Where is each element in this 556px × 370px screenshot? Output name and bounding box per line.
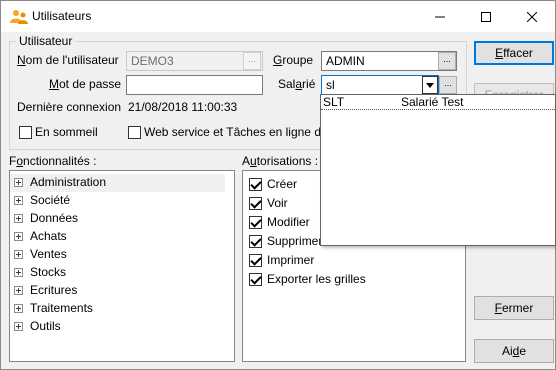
title-bar: Utilisateurs bbox=[1, 1, 555, 32]
expand-plus-icon[interactable] bbox=[14, 250, 23, 259]
window-title: Utilisateurs bbox=[32, 9, 92, 23]
tree-item[interactable]: Stocks bbox=[10, 264, 225, 282]
sleep-checkbox[interactable] bbox=[19, 126, 32, 139]
tree-item[interactable]: Outils bbox=[10, 318, 225, 336]
employee-browse-button[interactable]: ... bbox=[439, 76, 457, 94]
expand-plus-icon[interactable] bbox=[14, 286, 23, 295]
features-tree: Administration Société Données Achats Ventes… bbox=[9, 170, 235, 362]
minimize-button[interactable] bbox=[417, 1, 463, 32]
tree-item[interactable]: Société bbox=[10, 192, 225, 210]
webservice-label: Web service et Tâches en ligne de bbox=[144, 125, 328, 139]
employee-dropdown-list: SLT Salarié Test bbox=[320, 94, 556, 246]
group-label: Groupe bbox=[273, 53, 314, 67]
permission-checkbox[interactable] bbox=[249, 235, 262, 248]
tree-item-label: Ventes bbox=[30, 247, 67, 261]
help-button[interactable]: Aide bbox=[474, 339, 554, 363]
dropdown-row-name: Salarié Test bbox=[401, 95, 464, 109]
permission-label: Imprimer bbox=[267, 253, 315, 267]
group-field[interactable]: ADMIN bbox=[321, 51, 457, 71]
permissions-label: Autorisations : bbox=[242, 154, 319, 168]
close-icon bbox=[527, 11, 537, 22]
permission-checkbox[interactable] bbox=[249, 273, 262, 286]
chevron-down-icon bbox=[426, 82, 434, 88]
password-label: Mot de passe bbox=[49, 77, 122, 91]
clear-button[interactable]: Effacer bbox=[474, 41, 554, 65]
employee-dropdown-button[interactable] bbox=[422, 76, 438, 94]
tree-item-label: Données bbox=[30, 211, 79, 225]
permission-label: Exporter les grilles bbox=[267, 272, 366, 286]
permission-checkbox[interactable] bbox=[249, 197, 262, 210]
tree-item-label: Achats bbox=[30, 229, 67, 243]
expand-plus-icon[interactable] bbox=[14, 214, 23, 223]
permission-label: Modifier bbox=[267, 215, 310, 229]
close-button[interactable]: Fermer bbox=[474, 296, 554, 320]
username-browse-button: ... bbox=[243, 52, 261, 70]
sleep-label: En sommeil bbox=[35, 125, 98, 139]
dropdown-row[interactable]: SLT Salarié Test bbox=[321, 95, 555, 110]
tree-item[interactable]: Ecritures bbox=[10, 282, 225, 300]
tree-item-label: Outils bbox=[30, 319, 61, 333]
dropdown-row-code: SLT bbox=[323, 95, 345, 109]
expand-plus-icon[interactable] bbox=[14, 268, 23, 277]
employee-label: Salarié bbox=[278, 77, 316, 91]
tree-item-label: Ecritures bbox=[30, 283, 78, 297]
username-label: Nom de l'utilisateur bbox=[17, 53, 119, 67]
tree-item[interactable]: Achats bbox=[10, 228, 225, 246]
expand-plus-icon[interactable] bbox=[14, 196, 23, 205]
group-browse-button[interactable]: ... bbox=[438, 52, 456, 70]
permission-item[interactable]: Imprimer bbox=[247, 252, 447, 270]
permission-label: Supprimer bbox=[267, 234, 323, 248]
maximize-icon bbox=[481, 11, 491, 22]
close-window-button[interactable] bbox=[509, 1, 555, 32]
tree-item-label: Stocks bbox=[30, 265, 67, 279]
tree-item-label: Traitements bbox=[30, 301, 93, 315]
expand-plus-icon[interactable] bbox=[14, 178, 23, 187]
permission-label: Voir bbox=[267, 196, 288, 210]
permission-checkbox[interactable] bbox=[249, 254, 262, 267]
user-group-legend: Utilisateur bbox=[16, 34, 76, 48]
last-login-value: 21/08/2018 11:00:33 bbox=[123, 97, 263, 117]
last-login-label: Dernière connexion bbox=[17, 100, 122, 114]
permission-label: Créer bbox=[267, 177, 298, 191]
maximize-button[interactable] bbox=[463, 1, 509, 32]
expand-plus-icon[interactable] bbox=[14, 304, 23, 313]
tree-item-label: Société bbox=[30, 193, 71, 207]
expand-plus-icon[interactable] bbox=[14, 322, 23, 331]
users-dialog: Utilisateurs Utilisateur Nom de l'utilis… bbox=[0, 0, 556, 370]
users-app-icon bbox=[10, 9, 28, 25]
tree-item-label: Administration bbox=[30, 175, 107, 189]
tree-item[interactable]: Données bbox=[10, 210, 225, 228]
permission-checkbox[interactable] bbox=[249, 178, 262, 191]
expand-plus-icon[interactable] bbox=[14, 232, 23, 241]
password-field[interactable] bbox=[126, 75, 263, 95]
webservice-checkbox[interactable] bbox=[128, 126, 141, 139]
minimize-icon bbox=[435, 16, 445, 17]
permission-checkbox[interactable] bbox=[249, 216, 262, 229]
permission-item[interactable]: Exporter les grilles bbox=[247, 271, 447, 289]
tree-item[interactable]: Traitements bbox=[10, 300, 225, 318]
tree-item[interactable]: Administration bbox=[10, 174, 225, 192]
features-label: Fonctionnalités : bbox=[9, 154, 97, 168]
tree-item[interactable]: Ventes bbox=[10, 246, 225, 264]
